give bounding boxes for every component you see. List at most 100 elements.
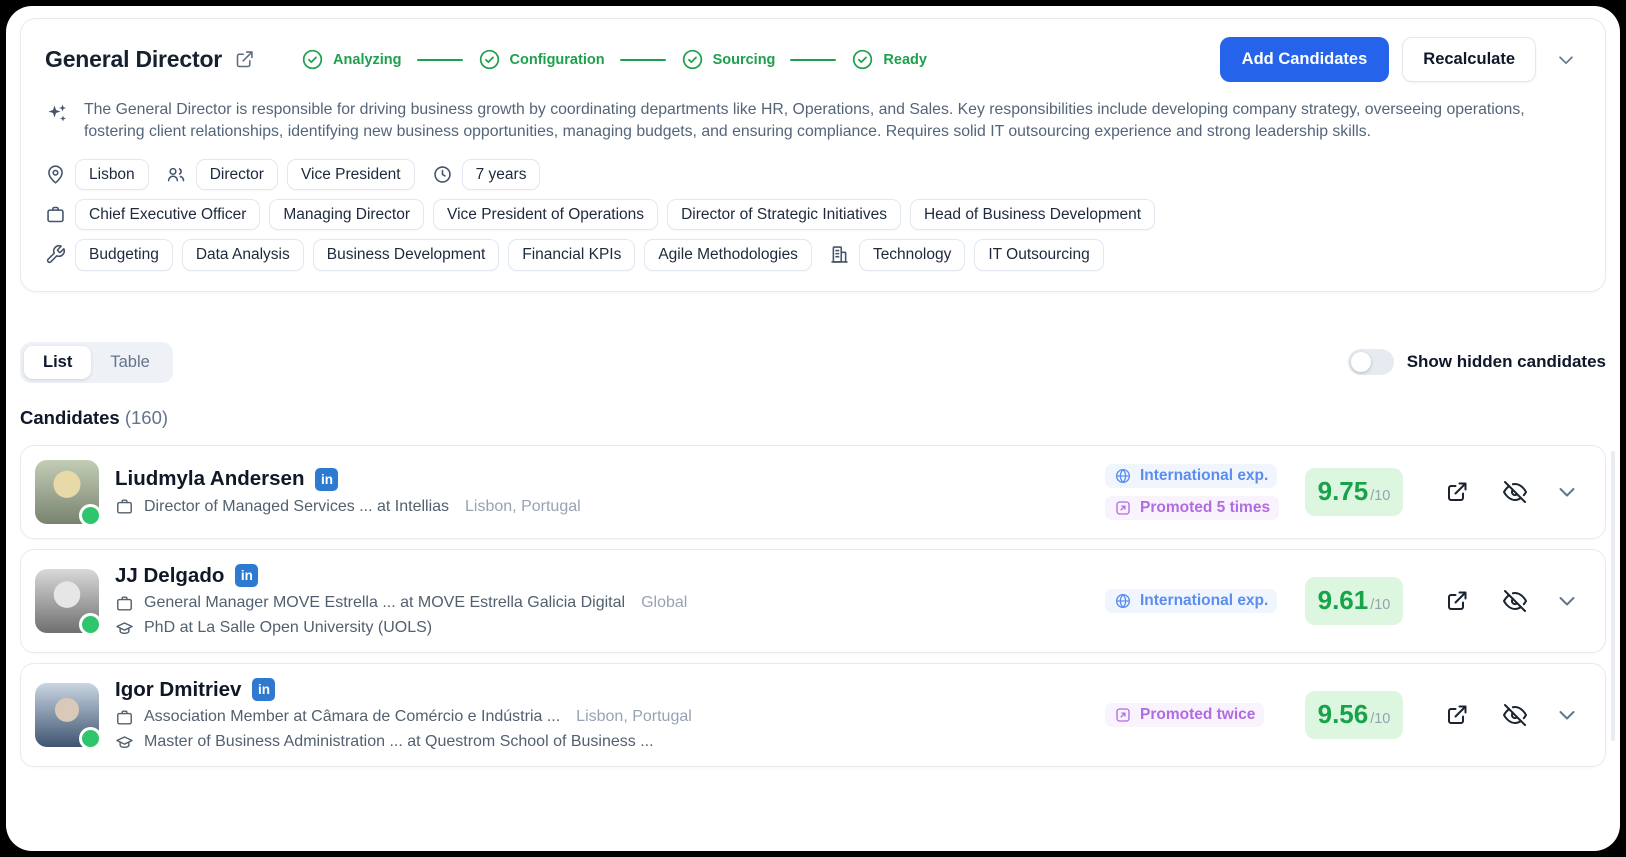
- add-candidates-button[interactable]: Add Candidates: [1220, 37, 1390, 82]
- list-controls: List Table Show hidden candidates: [20, 342, 1606, 383]
- users-icon: [166, 164, 187, 185]
- graduation-cap-icon: [115, 733, 134, 752]
- candidates-heading-text: Candidates: [20, 407, 120, 428]
- linkedin-icon[interactable]: in: [315, 468, 338, 491]
- chevron-down-icon: [1555, 49, 1577, 71]
- candidate-education: Master of Business Administration ... at…: [144, 733, 654, 751]
- position-description: The General Director is responsible for …: [84, 99, 1569, 144]
- pipeline-stepper: Analyzing Configuration Sourcing Ready: [301, 48, 927, 71]
- online-status-dot: [79, 727, 102, 750]
- page-title: General Director: [45, 46, 222, 73]
- globe-icon: [1114, 467, 1132, 485]
- skill-tag[interactable]: Agile Methodologies: [644, 239, 812, 270]
- job-title-tag[interactable]: Chief Executive Officer: [75, 199, 260, 230]
- candidate-card[interactable]: JJ Delgado in General Manager MOVE Estre…: [20, 549, 1606, 653]
- open-external-icon[interactable]: [234, 49, 255, 70]
- step-sourcing: Sourcing: [681, 48, 776, 71]
- highlight-badge: Promoted twice: [1105, 703, 1264, 727]
- step-connector: [790, 59, 836, 61]
- step-ready: Ready: [851, 48, 927, 71]
- skill-tag[interactable]: Data Analysis: [182, 239, 304, 270]
- candidate-name[interactable]: Igor Dmitriev: [115, 678, 241, 702]
- ai-description-row: The General Director is responsible for …: [45, 99, 1581, 144]
- promotion-icon: [1114, 499, 1132, 517]
- badge-label: International exp.: [1140, 467, 1268, 485]
- criteria-row-basic: Lisbon Director Vice President 7 years: [45, 159, 1581, 190]
- job-title-tag[interactable]: Director of Strategic Initiatives: [667, 199, 901, 230]
- external-link-icon: [1445, 480, 1469, 504]
- tab-list[interactable]: List: [24, 346, 91, 379]
- linkedin-icon[interactable]: in: [252, 678, 275, 701]
- step-connector: [417, 59, 463, 61]
- header-more-button[interactable]: [1551, 45, 1581, 75]
- role-tag[interactable]: Vice President: [287, 159, 415, 190]
- experience-tag[interactable]: 7 years: [462, 159, 541, 190]
- avatar: [35, 460, 99, 524]
- wrench-icon: [45, 244, 66, 265]
- open-profile-button[interactable]: [1439, 474, 1475, 510]
- building-icon: [829, 244, 850, 265]
- open-profile-button[interactable]: [1439, 697, 1475, 733]
- external-link-icon: [1445, 703, 1469, 727]
- candidate-education: PhD at La Salle Open University (UOLS): [144, 619, 432, 637]
- expand-candidate-button[interactable]: [1549, 697, 1585, 733]
- skill-tag[interactable]: Budgeting: [75, 239, 173, 270]
- step-label: Sourcing: [713, 52, 776, 68]
- linkedin-icon[interactable]: in: [235, 564, 258, 587]
- highlight-badge: Promoted 5 times: [1105, 496, 1279, 520]
- role-tag[interactable]: Director: [196, 159, 278, 190]
- score-badge: 9.56 /10: [1305, 691, 1403, 739]
- location-pin-icon: [45, 164, 66, 185]
- step-connector: [620, 59, 666, 61]
- industry-tag[interactable]: IT Outsourcing: [974, 239, 1103, 270]
- scrollbar[interactable]: [1611, 451, 1615, 741]
- score-value: 9.61: [1318, 585, 1369, 616]
- candidate-name[interactable]: JJ Delgado: [115, 564, 224, 588]
- job-title-tag[interactable]: Vice President of Operations: [433, 199, 658, 230]
- candidate-job: Director of Managed Services ... at Inte…: [144, 498, 449, 516]
- candidate-location: Lisbon, Portugal: [465, 498, 581, 516]
- location-tag[interactable]: Lisbon: [75, 159, 149, 190]
- eye-off-icon: [1503, 589, 1527, 613]
- chevron-down-icon: [1555, 589, 1579, 613]
- job-title-tag[interactable]: Head of Business Development: [910, 199, 1155, 230]
- job-title-tag[interactable]: Managing Director: [269, 199, 424, 230]
- score-value: 9.75: [1318, 476, 1369, 507]
- hide-candidate-button[interactable]: [1497, 583, 1533, 619]
- promotion-icon: [1114, 706, 1132, 724]
- expand-candidate-button[interactable]: [1549, 474, 1585, 510]
- check-circle-icon: [851, 48, 874, 71]
- position-header-card: General Director Analyzing Configuration…: [20, 18, 1606, 292]
- briefcase-icon: [115, 497, 134, 516]
- main-panel: General Director Analyzing Configuration…: [6, 6, 1620, 851]
- criteria-row-job-titles: Chief Executive Officer Managing Directo…: [45, 199, 1581, 230]
- score-badge: 9.61 /10: [1305, 577, 1403, 625]
- recalculate-button[interactable]: Recalculate: [1402, 37, 1536, 82]
- check-circle-icon: [681, 48, 704, 71]
- eye-off-icon: [1503, 480, 1527, 504]
- clock-icon: [432, 164, 453, 185]
- candidate-card[interactable]: Liudmyla Andersen in Director of Managed…: [20, 445, 1606, 539]
- score-badge: 9.75 /10: [1305, 468, 1403, 516]
- app-window: General Director Analyzing Configuration…: [0, 0, 1626, 857]
- view-switcher: List Table: [20, 342, 173, 383]
- open-profile-button[interactable]: [1439, 583, 1475, 619]
- tab-table[interactable]: Table: [91, 346, 168, 379]
- score-denominator: /10: [1370, 488, 1390, 504]
- candidate-card[interactable]: Igor Dmitriev in Association Member at C…: [20, 663, 1606, 767]
- sparkles-icon: [45, 102, 69, 126]
- show-hidden-toggle[interactable]: [1348, 349, 1394, 375]
- hide-candidate-button[interactable]: [1497, 697, 1533, 733]
- chevron-down-icon: [1555, 480, 1579, 504]
- industry-tag[interactable]: Technology: [859, 239, 965, 270]
- skill-tag[interactable]: Financial KPIs: [508, 239, 635, 270]
- hide-candidate-button[interactable]: [1497, 474, 1533, 510]
- eye-off-icon: [1503, 703, 1527, 727]
- expand-candidate-button[interactable]: [1549, 583, 1585, 619]
- step-label: Configuration: [510, 52, 605, 68]
- skill-tag[interactable]: Business Development: [313, 239, 500, 270]
- candidate-name[interactable]: Liudmyla Andersen: [115, 467, 304, 491]
- check-circle-icon: [301, 48, 324, 71]
- score-denominator: /10: [1370, 597, 1390, 613]
- globe-icon: [1114, 592, 1132, 610]
